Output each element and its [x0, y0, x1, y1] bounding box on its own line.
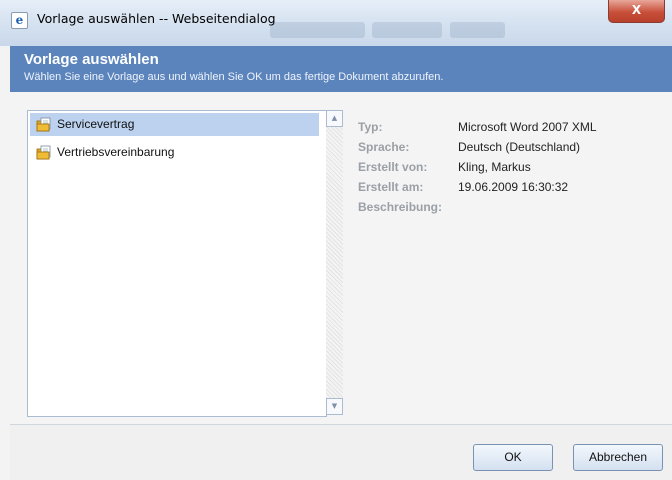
background-tab-ghost — [372, 22, 442, 38]
ie-icon: e — [11, 12, 28, 29]
close-button[interactable]: X — [608, 0, 665, 23]
detail-label: Typ: — [358, 120, 383, 134]
template-item-vertriebsvereinbarung[interactable]: Vertriebsvereinbarung — [30, 141, 319, 164]
background-tab-ghost — [270, 22, 365, 38]
template-item-label: Vertriebsvereinbarung — [57, 145, 175, 159]
template-list[interactable]: Servicevertrag Vertriebsvereinbarung — [27, 110, 327, 417]
arrow-up-icon[interactable]: ▲ — [326, 110, 343, 127]
dialog-window: e Vorlage auswählen -- Webseitendialog X… — [0, 0, 672, 480]
detail-value: Deutsch (Deutschland) — [458, 140, 581, 154]
detail-label: Erstellt am: — [358, 180, 424, 194]
list-scrollbar[interactable]: ▲ ▼ — [326, 110, 343, 415]
dialog-instructions: Wählen Sie eine Vorlage aus und wählen S… — [24, 71, 444, 83]
document-folder-icon — [36, 145, 51, 160]
cancel-button[interactable]: Abbrechen — [573, 444, 663, 471]
dialog-footer: OK Abbrechen — [10, 424, 672, 480]
detail-value: Microsoft Word 2007 XML — [458, 120, 597, 134]
detail-label: Beschreibung: — [358, 200, 443, 214]
template-item-servicevertrag[interactable]: Servicevertrag — [30, 113, 319, 136]
detail-label: Sprache: — [358, 140, 410, 154]
dialog-header: Vorlage auswählen Wählen Sie eine Vorlag… — [10, 46, 672, 92]
title-bar[interactable]: e Vorlage auswählen -- Webseitendialog X — [0, 0, 672, 46]
arrow-down-icon[interactable]: ▼ — [326, 398, 343, 415]
background-tab-ghost — [450, 22, 505, 38]
detail-label: Erstellt von: — [358, 160, 428, 174]
dialog-content: Servicevertrag Vertriebsvereinbarung ▲ ▼… — [10, 92, 672, 424]
dialog-heading: Vorlage auswählen — [24, 51, 159, 68]
template-item-label: Servicevertrag — [57, 117, 135, 131]
window-title: Vorlage auswählen -- Webseitendialog — [37, 11, 276, 26]
detail-value: Kling, Markus — [458, 160, 531, 174]
document-folder-icon — [36, 117, 51, 132]
ok-button[interactable]: OK — [473, 444, 553, 471]
detail-value: 19.06.2009 16:30:32 — [458, 180, 569, 194]
